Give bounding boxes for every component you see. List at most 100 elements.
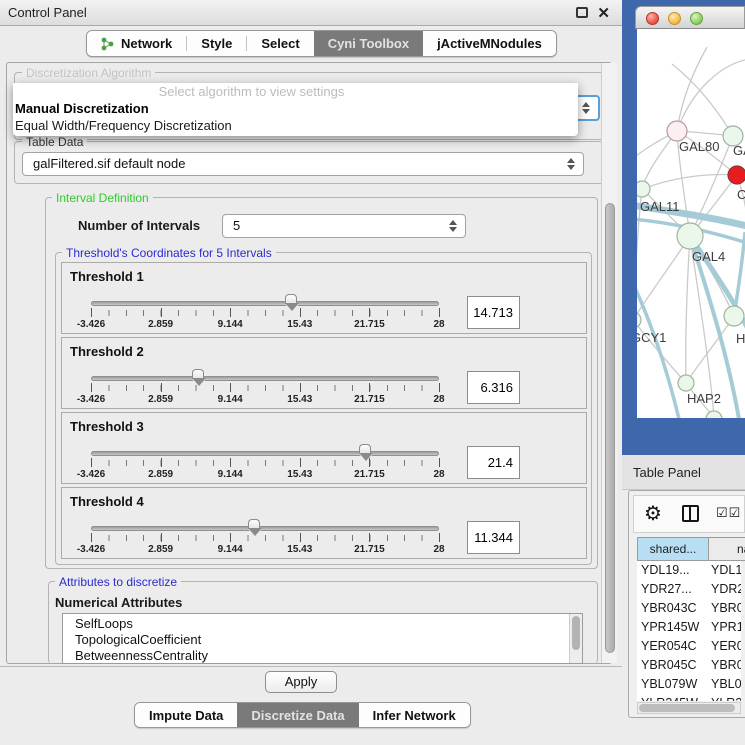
- list-item[interactable]: SelfLoops: [63, 614, 582, 632]
- table-row[interactable]: YBR043CYBR0: [637, 599, 741, 618]
- threshold-1-slider[interactable]: -3.4262.859 9.14415.43 21.71528: [91, 293, 439, 333]
- node-label: GA: [733, 143, 745, 158]
- threshold-4-value-field[interactable]: 11.344: [467, 521, 520, 554]
- combo-arrows-icon: [582, 102, 590, 114]
- node-selected-red[interactable]: [728, 166, 745, 184]
- node-gal80[interactable]: [667, 121, 687, 141]
- table-panel-titlebar: Table Panel: [622, 455, 745, 490]
- list-scrollbar[interactable]: [569, 614, 582, 663]
- zoom-traffic-light-icon[interactable]: [690, 12, 703, 25]
- table-data-value: galFiltered.sif default node: [33, 153, 185, 175]
- dropdown-item-manual-discretization[interactable]: Manual Discretization: [13, 100, 578, 117]
- node-label: HAP2: [687, 391, 721, 406]
- table-row[interactable]: YDR27...YDR2: [637, 580, 741, 599]
- threshold-1-label: Threshold 1: [70, 269, 144, 284]
- node-label: H: [736, 331, 745, 346]
- threshold-3-slider[interactable]: -3.4262.859 9.14415.43 21.71528: [91, 443, 439, 483]
- top-tab-bar: Network Style Select Cyni Toolbox jActiv…: [86, 30, 557, 57]
- node-bottom[interactable]: [706, 411, 722, 418]
- tab-style[interactable]: Style: [187, 31, 246, 56]
- app-root: Control Panel ✕ Network Style Select Cyn…: [0, 0, 745, 745]
- close-icon[interactable]: ✕: [597, 4, 610, 22]
- tab-impute-data[interactable]: Impute Data: [135, 703, 237, 727]
- network-graph: GAL80 GA C GAL11 GAL4 GCY1 H HAP2: [637, 29, 745, 418]
- tab-cyni-toolbox[interactable]: Cyni Toolbox: [314, 31, 423, 56]
- table-row[interactable]: YER054CYER0: [637, 637, 741, 656]
- panel-title: Control Panel: [8, 0, 87, 26]
- minimize-traffic-light-icon[interactable]: [668, 12, 681, 25]
- node-h[interactable]: [724, 306, 744, 326]
- dropdown-item-equal-width[interactable]: Equal Width/Frequency Discretization: [13, 117, 578, 134]
- tab-select[interactable]: Select: [247, 31, 313, 56]
- threshold-2-panel: Threshold 2 -3.4262.859 9.14415.43 21.71…: [61, 337, 587, 409]
- slider-tick-labels: -3.4262.859 9.14415.43 21.71528: [91, 544, 439, 556]
- table-row[interactable]: YBL079WYBL0: [637, 675, 741, 694]
- dropdown-item-placeholder[interactable]: Select algorithm to view settings: [13, 83, 578, 100]
- tab-network-label: Network: [121, 36, 172, 51]
- threshold-4-slider[interactable]: -3.4262.859 9.14415.43 21.71528: [91, 518, 439, 558]
- threshold-3-value-field[interactable]: 21.4: [467, 446, 520, 479]
- network-canvas[interactable]: GAL80 GA C GAL11 GAL4 GCY1 H HAP2: [637, 29, 745, 418]
- node-gal4[interactable]: [677, 223, 703, 249]
- tab-discretize-data[interactable]: Discretize Data: [237, 703, 358, 727]
- column-header-name[interactable]: na: [709, 537, 745, 561]
- bottom-tab-bar: Impute Data Discretize Data Infer Networ…: [134, 702, 471, 728]
- threshold-2-value-field[interactable]: 6.316: [467, 371, 520, 404]
- threshold-2-slider[interactable]: -3.4262.859 9.14415.43 21.71528: [91, 368, 439, 408]
- node-label: GAL11: [640, 199, 680, 214]
- table-header-row: shared... na: [637, 537, 745, 561]
- number-of-intervals-combobox[interactable]: 5: [222, 214, 466, 238]
- panel-scrollbar[interactable]: [601, 63, 617, 663]
- node-hap2[interactable]: [678, 375, 694, 391]
- node-gcy1[interactable]: [637, 312, 641, 328]
- table-row[interactable]: YBR045CYBR0: [637, 656, 741, 675]
- combo-arrows-icon: [567, 158, 575, 170]
- slider-track[interactable]: [91, 451, 439, 456]
- list-item[interactable]: BetweennessCentrality: [63, 648, 582, 664]
- slider-tick-labels: -3.4262.859 9.14415.43 21.71528: [91, 319, 439, 331]
- threshold-2-label: Threshold 2: [70, 344, 144, 359]
- slider-track[interactable]: [91, 301, 439, 306]
- table-data-group-label: Table Data: [22, 135, 87, 149]
- gear-icon[interactable]: ⚙: [644, 501, 662, 526]
- threshold-coordinates-label: Threshold's Coordinates for 5 Intervals: [62, 246, 276, 260]
- tab-network[interactable]: Network: [87, 31, 186, 56]
- slider-track[interactable]: [91, 376, 439, 381]
- threshold-4-panel: Threshold 4 -3.4262.859 9.14415.43 21.71…: [61, 487, 587, 559]
- list-item[interactable]: TopologicalCoefficient: [63, 632, 582, 648]
- slider-ticks: [91, 385, 439, 391]
- table-toolbar: ⚙ ☑☑: [633, 495, 745, 533]
- control-panel-titlebar: Control Panel ✕: [0, 0, 622, 26]
- network-window-titlebar[interactable]: [635, 6, 745, 29]
- select-all-checkboxes-icon[interactable]: ☑☑: [716, 505, 741, 521]
- table-row[interactable]: YPR145WYPR1: [637, 618, 741, 637]
- table-horizontal-scrollbar[interactable]: [637, 702, 741, 714]
- combo-arrows-icon: [449, 220, 457, 232]
- numerical-attributes-list: SelfLoops TopologicalCoefficient Between…: [62, 613, 583, 664]
- table-panel-title: Table Panel: [633, 455, 701, 490]
- column-selector-icon[interactable]: [682, 505, 699, 522]
- table-panel-body: ⚙ ☑☑ shared... na YDL19...YDL1 YDR27...Y…: [628, 490, 745, 718]
- table-data-combobox[interactable]: galFiltered.sif default node: [22, 152, 584, 176]
- node-label: GAL4: [692, 249, 725, 264]
- node-label: GCY1: [637, 330, 666, 345]
- table-row[interactable]: YLR345WYLR3: [637, 694, 741, 701]
- float-window-icon[interactable]: [576, 7, 588, 18]
- apply-button[interactable]: Apply: [265, 671, 337, 693]
- slider-tick-labels: -3.4262.859 9.14415.43 21.71528: [91, 469, 439, 481]
- close-traffic-light-icon[interactable]: [646, 12, 659, 25]
- slider-track[interactable]: [91, 526, 439, 531]
- discretization-algorithm-group-label: Discretization Algorithm: [22, 66, 155, 80]
- column-header-shared-name[interactable]: shared...: [637, 537, 709, 561]
- number-of-intervals-label: Number of Intervals: [78, 218, 200, 233]
- tab-infer-network[interactable]: Infer Network: [359, 703, 470, 727]
- table-row[interactable]: YDL19...YDL1: [637, 561, 741, 580]
- slider-ticks: [91, 535, 439, 541]
- threshold-1-value-field[interactable]: 14.713: [467, 296, 520, 329]
- threshold-1-panel: Threshold 1 -3.4262.859 9.14415.43 21.71…: [61, 262, 587, 334]
- node-label: GAL80: [679, 139, 719, 154]
- threshold-3-label: Threshold 3: [70, 419, 144, 434]
- node-gal11[interactable]: [637, 181, 650, 197]
- table-rows: YDL19...YDL1 YDR27...YDR2 YBR043CYBR0 YP…: [637, 561, 741, 701]
- tab-jactivemnodules[interactable]: jActiveMNodules: [423, 31, 556, 56]
